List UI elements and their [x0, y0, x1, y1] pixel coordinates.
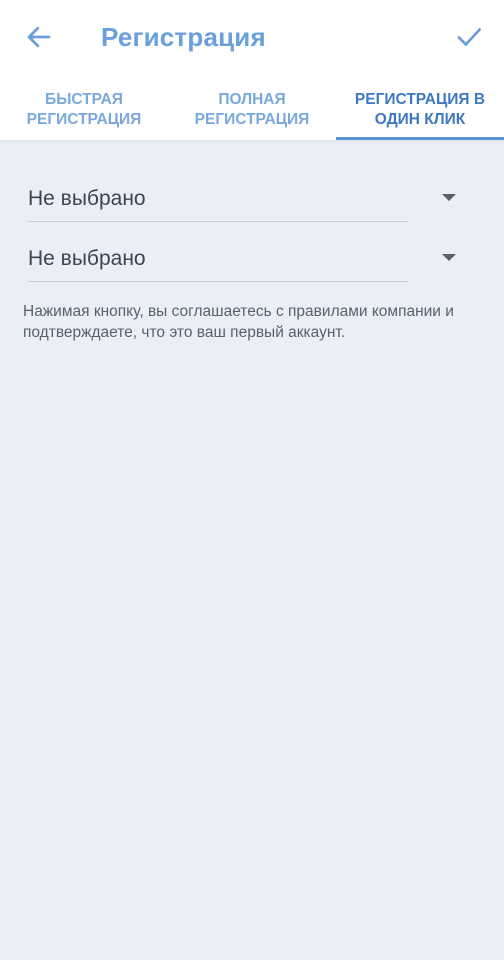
- tab-full-registration[interactable]: Полная регистрация: [168, 76, 336, 140]
- confirm-button[interactable]: [450, 18, 488, 56]
- tab-one-click-registration[interactable]: Регистрация в один клик: [336, 76, 504, 140]
- select-value: Не выбрано: [28, 187, 146, 210]
- select-underline: [28, 221, 408, 222]
- country-select[interactable]: Не выбрано: [28, 180, 476, 222]
- select-underline: [28, 281, 408, 282]
- tab-label: Полная регистрация: [194, 91, 310, 128]
- terms-notice: Нажимая кнопку, вы соглашаетесь с правил…: [23, 303, 454, 341]
- arrow-left-icon: [27, 26, 51, 48]
- back-button[interactable]: [20, 18, 58, 56]
- active-tab-indicator: [336, 137, 504, 140]
- tab-label: Быстрая регистрация: [26, 91, 142, 128]
- tab-label: Регистрация в один клик: [354, 91, 486, 128]
- dropdown-arrow-icon: [442, 254, 456, 261]
- app-bar: Регистрация Быстрая регистрация Полная р…: [0, 0, 504, 140]
- select-value: Не выбрано: [28, 247, 146, 270]
- page-title: Регистрация: [101, 22, 266, 52]
- toolbar: Регистрация: [0, 0, 504, 76]
- dropdown-arrow-icon: [442, 194, 456, 201]
- currency-select[interactable]: Не выбрано: [28, 240, 476, 282]
- check-icon: [457, 28, 481, 46]
- registration-tabs: Быстрая регистрация Полная регистрация Р…: [0, 76, 504, 140]
- tab-quick-registration[interactable]: Быстрая регистрация: [0, 76, 168, 140]
